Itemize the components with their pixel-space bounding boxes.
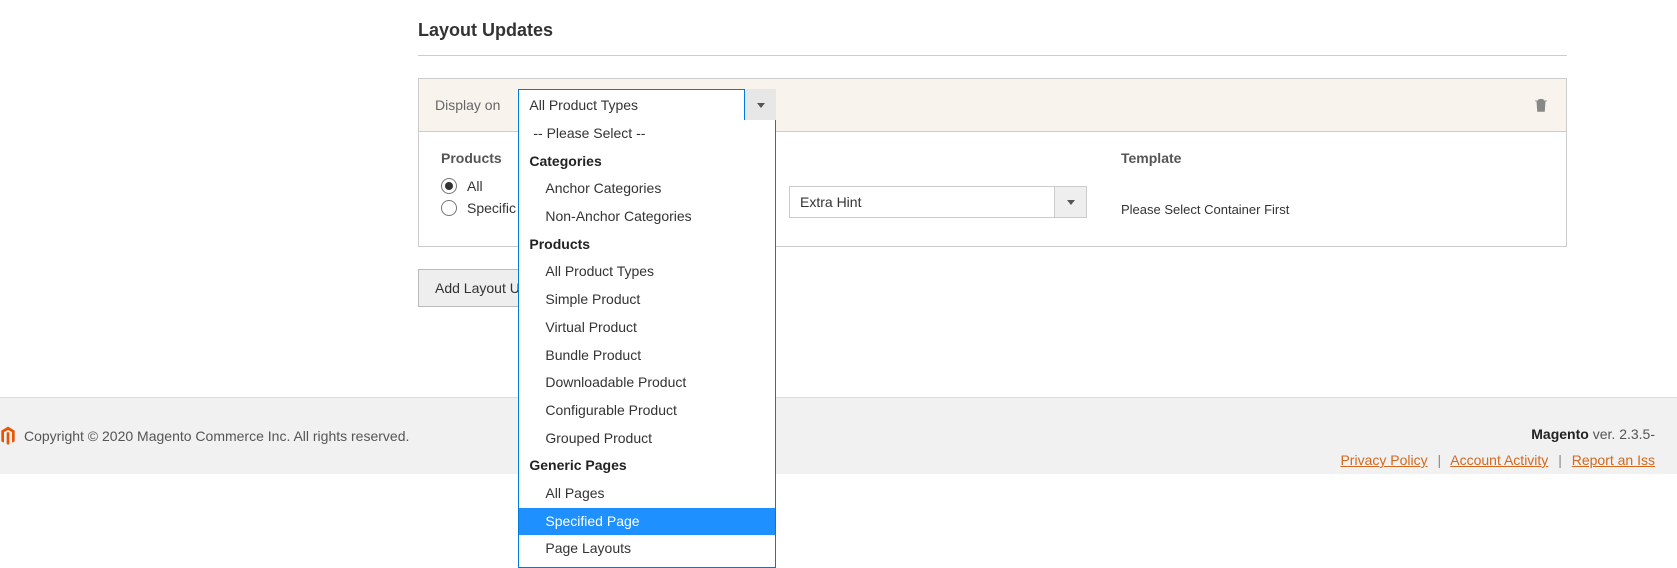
dropdown-option[interactable]: All Product Types <box>519 258 775 286</box>
report-issue-link[interactable]: Report an Iss <box>1572 452 1655 468</box>
footer-links: Privacy Policy | Account Activity | Repo… <box>1340 452 1655 468</box>
dropdown-group-categories: Categories <box>519 148 775 176</box>
display-on-select[interactable]: All Product Types <box>518 89 776 121</box>
container-select[interactable]: Extra Hint <box>789 186 1087 218</box>
dropdown-option[interactable]: Simple Product <box>519 286 775 314</box>
chevron-down-icon <box>757 103 765 108</box>
layout-update-block: Display on All Product Types -- Please S… <box>418 78 1567 247</box>
radio-icon <box>441 200 457 216</box>
footer-right: Magento ver. 2.3.5- Privacy Policy | Acc… <box>1340 426 1655 468</box>
dropdown-option[interactable]: All Pages <box>519 480 775 508</box>
copyright-text: Copyright © 2020 Magento Commerce Inc. A… <box>24 428 409 444</box>
dropdown-option[interactable]: Non-Anchor Categories <box>519 203 775 231</box>
block-header: Display on All Product Types -- Please S… <box>419 79 1566 132</box>
display-on-value: All Product Types <box>529 97 638 113</box>
radio-all-label: All <box>467 178 483 194</box>
brand-name: Magento <box>1531 426 1589 442</box>
template-message: Please Select Container First <box>1121 202 1289 217</box>
dropdown-option[interactable]: Downloadable Product <box>519 369 775 397</box>
version-number: 2.3.5- <box>1619 426 1655 442</box>
dropdown-option[interactable]: Grouped Product <box>519 425 775 453</box>
template-column: Template Please Select Container First <box>1121 150 1289 222</box>
display-on-select-wrap: All Product Types -- Please Select -- Ca… <box>518 89 776 121</box>
dropdown-option[interactable]: Configurable Product <box>519 397 775 425</box>
separator: | <box>1438 452 1442 468</box>
dropdown-option[interactable]: Anchor Categories <box>519 175 775 203</box>
display-on-label: Display on <box>435 97 500 113</box>
radio-icon <box>441 178 457 194</box>
section-title: Layout Updates <box>418 20 1567 56</box>
dropdown-option[interactable]: Bundle Product <box>519 342 775 370</box>
dropdown-group-generic: Generic Pages <box>519 452 775 480</box>
dropdown-option[interactable]: -- Please Select -- <box>519 120 775 148</box>
trash-icon[interactable] <box>1532 95 1550 115</box>
privacy-policy-link[interactable]: Privacy Policy <box>1340 452 1427 468</box>
container-select-value: Extra Hint <box>800 194 861 210</box>
radio-specific-label: Specific <box>467 200 516 216</box>
container-select-trigger[interactable] <box>1054 187 1086 217</box>
dropdown-option[interactable]: Page Layouts <box>519 535 775 563</box>
separator: | <box>1558 452 1562 468</box>
magento-logo-icon <box>0 426 16 446</box>
display-on-dropdown: -- Please Select -- Categories Anchor Ca… <box>518 120 776 568</box>
template-label: Template <box>1121 150 1289 166</box>
copyright: Copyright © 2020 Magento Commerce Inc. A… <box>0 426 409 446</box>
dropdown-option[interactable]: Virtual Product <box>519 314 775 342</box>
footer: Copyright © 2020 Magento Commerce Inc. A… <box>0 397 1677 474</box>
version-prefix: ver. <box>1589 426 1619 442</box>
dropdown-option-highlighted[interactable]: Specified Page <box>519 508 775 536</box>
display-on-trigger[interactable] <box>744 89 776 121</box>
dropdown-group-products: Products <box>519 231 775 259</box>
version-line: Magento ver. 2.3.5- <box>1340 426 1655 442</box>
chevron-down-icon <box>1067 200 1075 205</box>
account-activity-link[interactable]: Account Activity <box>1450 452 1548 468</box>
